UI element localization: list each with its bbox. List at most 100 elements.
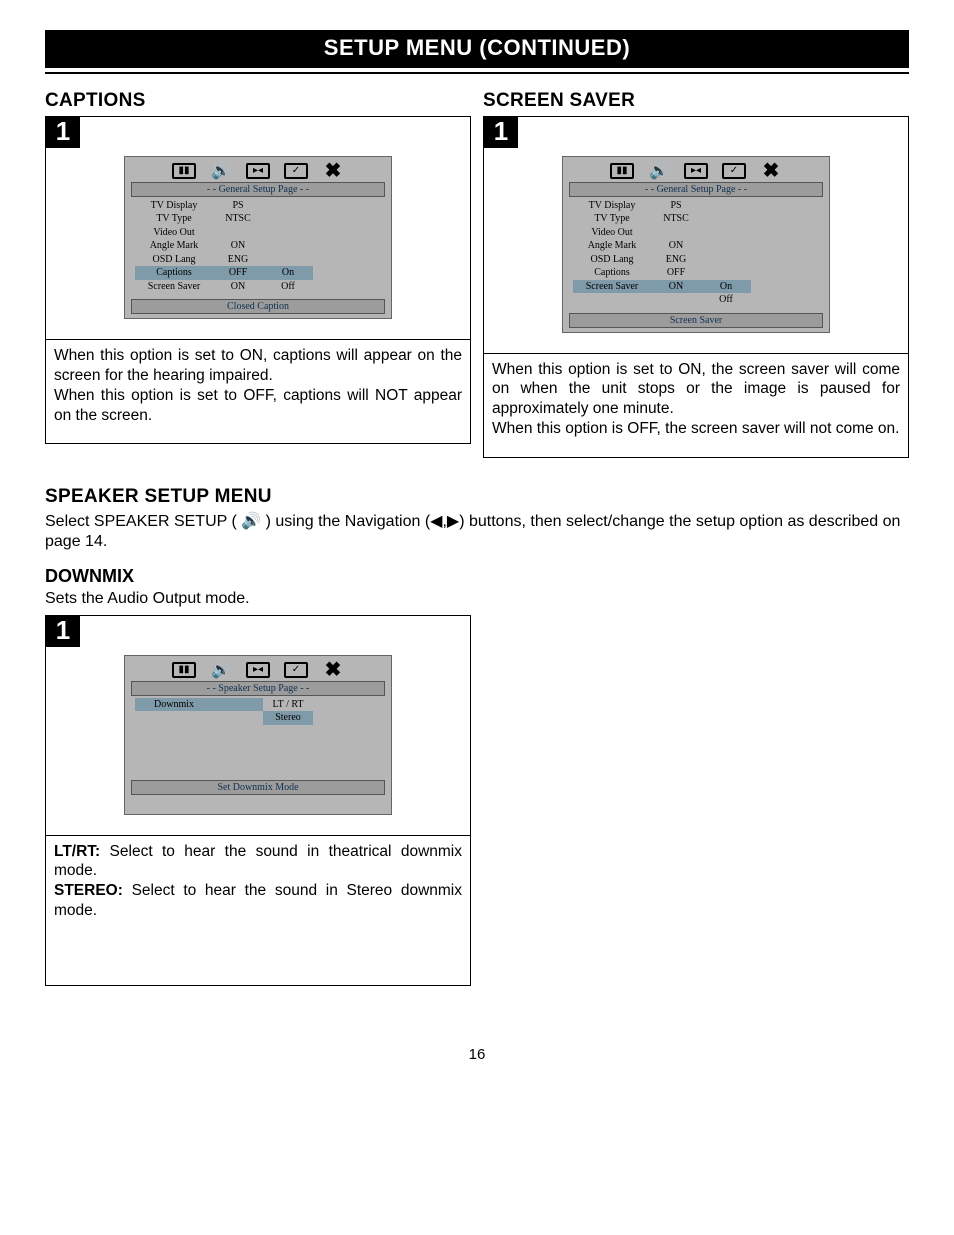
osd-cell: ENG bbox=[213, 253, 263, 267]
lt-rt-text: Select to hear the sound in theatrical d… bbox=[54, 843, 462, 880]
osd-cell: OSD Lang bbox=[135, 253, 213, 267]
osd-icon-row: ▮▮ 🔊 ▸◂ ✓ ✖ bbox=[569, 163, 823, 179]
dolby-icon: ▸◂ bbox=[684, 163, 708, 179]
osd-cell bbox=[213, 698, 263, 712]
left-arrow-icon: ◀ bbox=[430, 513, 442, 530]
downmix-row: 1 ▮▮ 🔊 ▸◂ ✓ ✖ - - Speaker Setup Page - -… bbox=[45, 615, 909, 986]
osd-row: Video Out bbox=[573, 226, 819, 240]
screensaver-heading: SCREEN SAVER bbox=[483, 90, 909, 112]
screensaver-column: SCREEN SAVER 1 ▮▮ 🔊 ▸◂ ✓ ✖ - - General S… bbox=[483, 84, 909, 458]
osd-cell bbox=[701, 199, 751, 213]
osd-cell: On bbox=[263, 266, 313, 280]
speaker-setup-section: SPEAKER SETUP MENU Select SPEAKER SETUP … bbox=[45, 486, 909, 552]
osd-cell bbox=[263, 253, 313, 267]
osd-cell: Video Out bbox=[135, 226, 213, 240]
osd-cell bbox=[573, 293, 651, 307]
osd-row: TV TypeNTSC bbox=[573, 212, 819, 226]
osd-icon-row: ▮▮ 🔊 ▸◂ ✓ ✖ bbox=[131, 163, 385, 179]
speaker-setup-heading: SPEAKER SETUP MENU bbox=[45, 486, 909, 508]
osd-cell: Stereo bbox=[263, 711, 313, 725]
captions-osd-wrap: ▮▮ 🔊 ▸◂ ✓ ✖ - - General Setup Page - - T… bbox=[46, 148, 470, 340]
speaker-icon: 🔊 bbox=[648, 163, 670, 179]
osd-row: TV DisplayPS bbox=[135, 199, 381, 213]
osd-header: - - General Setup Page - - bbox=[569, 182, 823, 197]
captions-desc-1: When this option is set to ON, captions … bbox=[54, 346, 462, 386]
downmix-osd: ▮▮ 🔊 ▸◂ ✓ ✖ - - Speaker Setup Page - - D… bbox=[124, 655, 392, 815]
screensaver-desc-1: When this option is set to ON, the scree… bbox=[492, 360, 900, 419]
osd-footer: Closed Caption bbox=[131, 299, 385, 314]
captions-step-box: 1 ▮▮ 🔊 ▸◂ ✓ ✖ - - General Setup Page - -… bbox=[45, 116, 471, 340]
speaker-text-pre: Select SPEAKER SETUP ( bbox=[45, 513, 237, 530]
general-icon: ▮▮ bbox=[172, 163, 196, 179]
downmix-step-box: 1 ▮▮ 🔊 ▸◂ ✓ ✖ - - Speaker Setup Page - -… bbox=[45, 615, 471, 836]
osd-cell bbox=[263, 239, 313, 253]
osd-rows: TV DisplayPSTV TypeNTSCVideo OutAngle Ma… bbox=[569, 199, 823, 309]
osd-cell: OSD Lang bbox=[573, 253, 651, 267]
downmix-heading: DOWNMIX bbox=[45, 566, 909, 587]
osd-cell: ON bbox=[213, 280, 263, 294]
osd-row: Off bbox=[573, 293, 819, 307]
osd-cell: OFF bbox=[213, 266, 263, 280]
osd-cell bbox=[213, 711, 263, 725]
screensaver-osd-wrap: ▮▮ 🔊 ▸◂ ✓ ✖ - - General Setup Page - - T… bbox=[484, 148, 908, 353]
captions-desc-2: When this option is set to OFF, captions… bbox=[54, 386, 462, 426]
general-icon: ▮▮ bbox=[172, 662, 196, 678]
osd-cell: TV Display bbox=[573, 199, 651, 213]
osd-cell: Screen Saver bbox=[135, 280, 213, 294]
osd-row: OSD LangENG bbox=[135, 253, 381, 267]
downmix-intro: Sets the Audio Output mode. bbox=[45, 589, 909, 609]
osd-row: Screen SaverONOff bbox=[135, 280, 381, 294]
captions-desc: When this option is set to ON, captions … bbox=[45, 340, 471, 444]
osd-row: TV DisplayPS bbox=[573, 199, 819, 213]
empty-column bbox=[483, 615, 909, 986]
downmix-desc-stereo: STEREO: Select to hear the sound in Ster… bbox=[54, 881, 462, 921]
osd-cell: Video Out bbox=[573, 226, 651, 240]
osd-row: CaptionsOFFOn bbox=[135, 266, 381, 280]
osd-cell: TV Display bbox=[135, 199, 213, 213]
step-number: 1 bbox=[484, 117, 518, 148]
general-icon: ▮▮ bbox=[610, 163, 634, 179]
osd-cell: NTSC bbox=[651, 212, 701, 226]
osd-row: Angle MarkON bbox=[135, 239, 381, 253]
osd-cell bbox=[263, 212, 313, 226]
dolby-icon: ▸◂ bbox=[246, 163, 270, 179]
screensaver-step-box: 1 ▮▮ 🔊 ▸◂ ✓ ✖ - - General Setup Page - -… bbox=[483, 116, 909, 354]
osd-cell: NTSC bbox=[213, 212, 263, 226]
osd-cell bbox=[701, 253, 751, 267]
screensaver-osd: ▮▮ 🔊 ▸◂ ✓ ✖ - - General Setup Page - - T… bbox=[562, 156, 830, 333]
osd-row: CaptionsOFF bbox=[573, 266, 819, 280]
page-number: 16 bbox=[45, 1046, 909, 1063]
screensaver-desc: When this option is set to ON, the scree… bbox=[483, 354, 909, 458]
captions-column: CAPTIONS 1 ▮▮ 🔊 ▸◂ ✓ ✖ - - General Setup… bbox=[45, 84, 471, 458]
osd-cell: Angle Mark bbox=[135, 239, 213, 253]
exit-icon: ✖ bbox=[322, 163, 344, 179]
osd-row: DownmixLT / RT bbox=[135, 698, 381, 712]
osd-cell bbox=[213, 226, 263, 240]
osd-cell: ON bbox=[651, 239, 701, 253]
osd-cell: ON bbox=[651, 280, 701, 294]
screensaver-desc-2: When this option is OFF, the screen save… bbox=[492, 419, 900, 439]
osd-rows: DownmixLT / RTStereo bbox=[131, 698, 385, 776]
osd-cell bbox=[651, 293, 701, 307]
check-icon: ✓ bbox=[722, 163, 746, 179]
osd-cell bbox=[135, 711, 213, 725]
captions-heading: CAPTIONS bbox=[45, 90, 471, 112]
osd-header: - - General Setup Page - - bbox=[131, 182, 385, 197]
page-title-bar: SETUP MENU (CONTINUED) bbox=[45, 30, 909, 68]
page-title: SETUP MENU (CONTINUED) bbox=[324, 35, 630, 60]
lt-rt-label: LT/RT: bbox=[54, 843, 100, 860]
osd-cell bbox=[263, 226, 313, 240]
two-column-row: CAPTIONS 1 ▮▮ 🔊 ▸◂ ✓ ✖ - - General Setup… bbox=[45, 84, 909, 458]
downmix-desc-lt: LT/RT: Select to hear the sound in theat… bbox=[54, 842, 462, 882]
osd-row: Video Out bbox=[135, 226, 381, 240]
osd-cell: Captions bbox=[135, 266, 213, 280]
osd-cell: PS bbox=[213, 199, 263, 213]
osd-cell: OFF bbox=[651, 266, 701, 280]
speaker-inline-icon: 🔊 bbox=[241, 513, 261, 530]
osd-row: Screen SaverONOn bbox=[573, 280, 819, 294]
osd-cell: TV Type bbox=[135, 212, 213, 226]
speaker-setup-text: Select SPEAKER SETUP ( 🔊 ) using the Nav… bbox=[45, 512, 909, 552]
osd-cell bbox=[651, 226, 701, 240]
osd-header: - - Speaker Setup Page - - bbox=[131, 681, 385, 696]
stereo-label: STEREO: bbox=[54, 882, 123, 899]
